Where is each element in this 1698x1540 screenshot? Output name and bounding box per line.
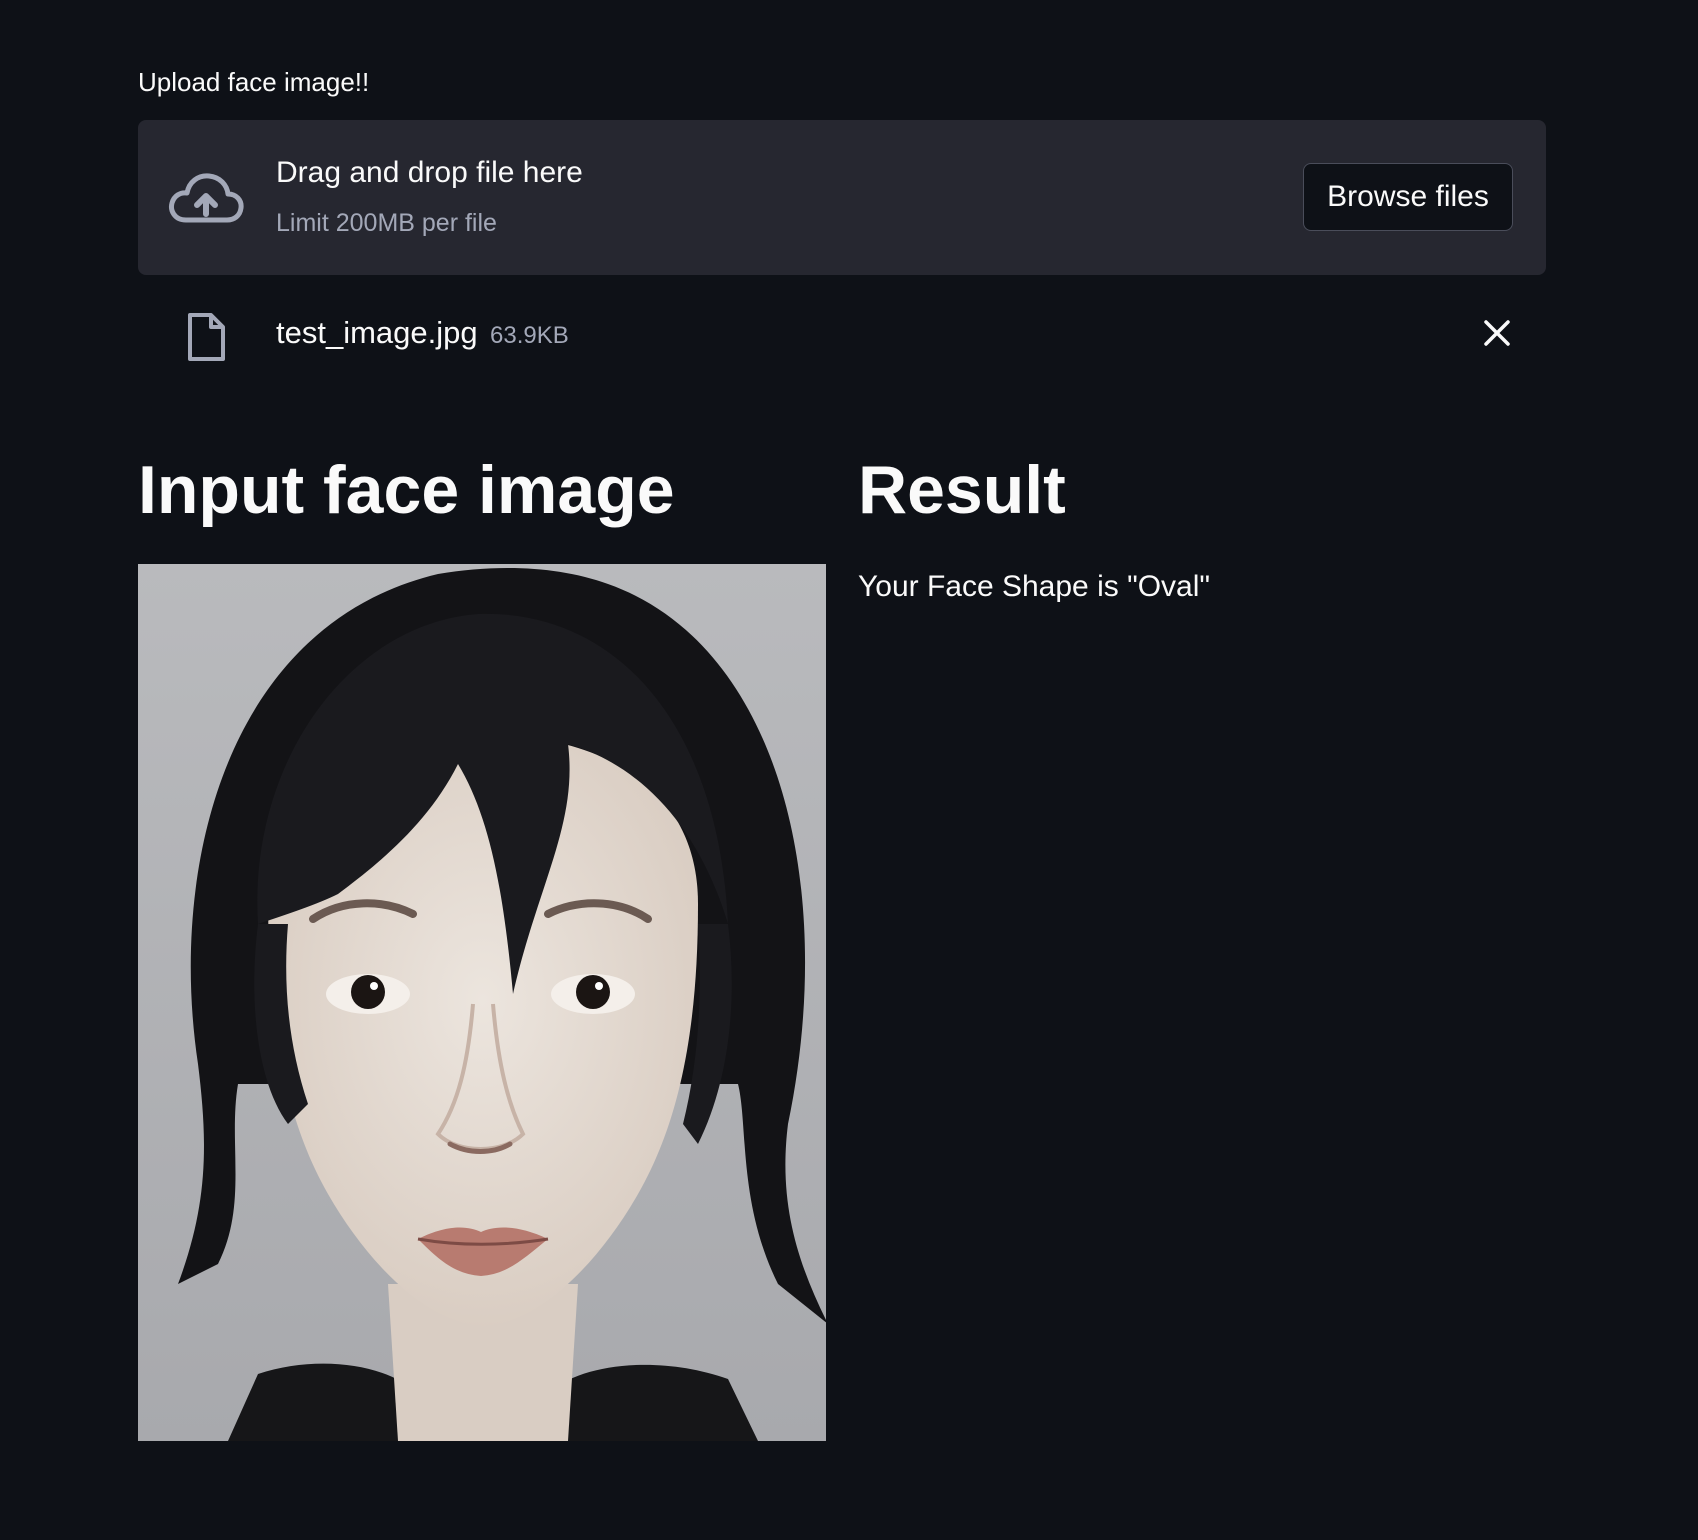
close-icon[interactable] — [1478, 314, 1516, 352]
browse-files-button[interactable]: Browse files — [1303, 163, 1513, 231]
drop-title: Drag and drop file here — [276, 156, 583, 189]
cloud-upload-icon — [169, 173, 244, 223]
face-shape-result: Your Face Shape is "Oval" — [858, 570, 1211, 603]
input-face-image — [138, 564, 826, 1441]
uploader-label: Upload face image!! — [138, 67, 370, 97]
drop-limit-text: Limit 200MB per file — [276, 209, 497, 237]
file-size: 63.9KB — [490, 322, 569, 349]
file-name: test_image.jpg — [276, 315, 478, 350]
result-heading: Result — [858, 452, 1066, 528]
uploaded-file-row: test_image.jpg 63.9KB — [138, 300, 1546, 370]
file-dropzone[interactable]: Drag and drop file here Limit 200MB per … — [138, 120, 1546, 275]
input-image-heading: Input face image — [138, 452, 675, 528]
file-icon — [188, 313, 225, 361]
